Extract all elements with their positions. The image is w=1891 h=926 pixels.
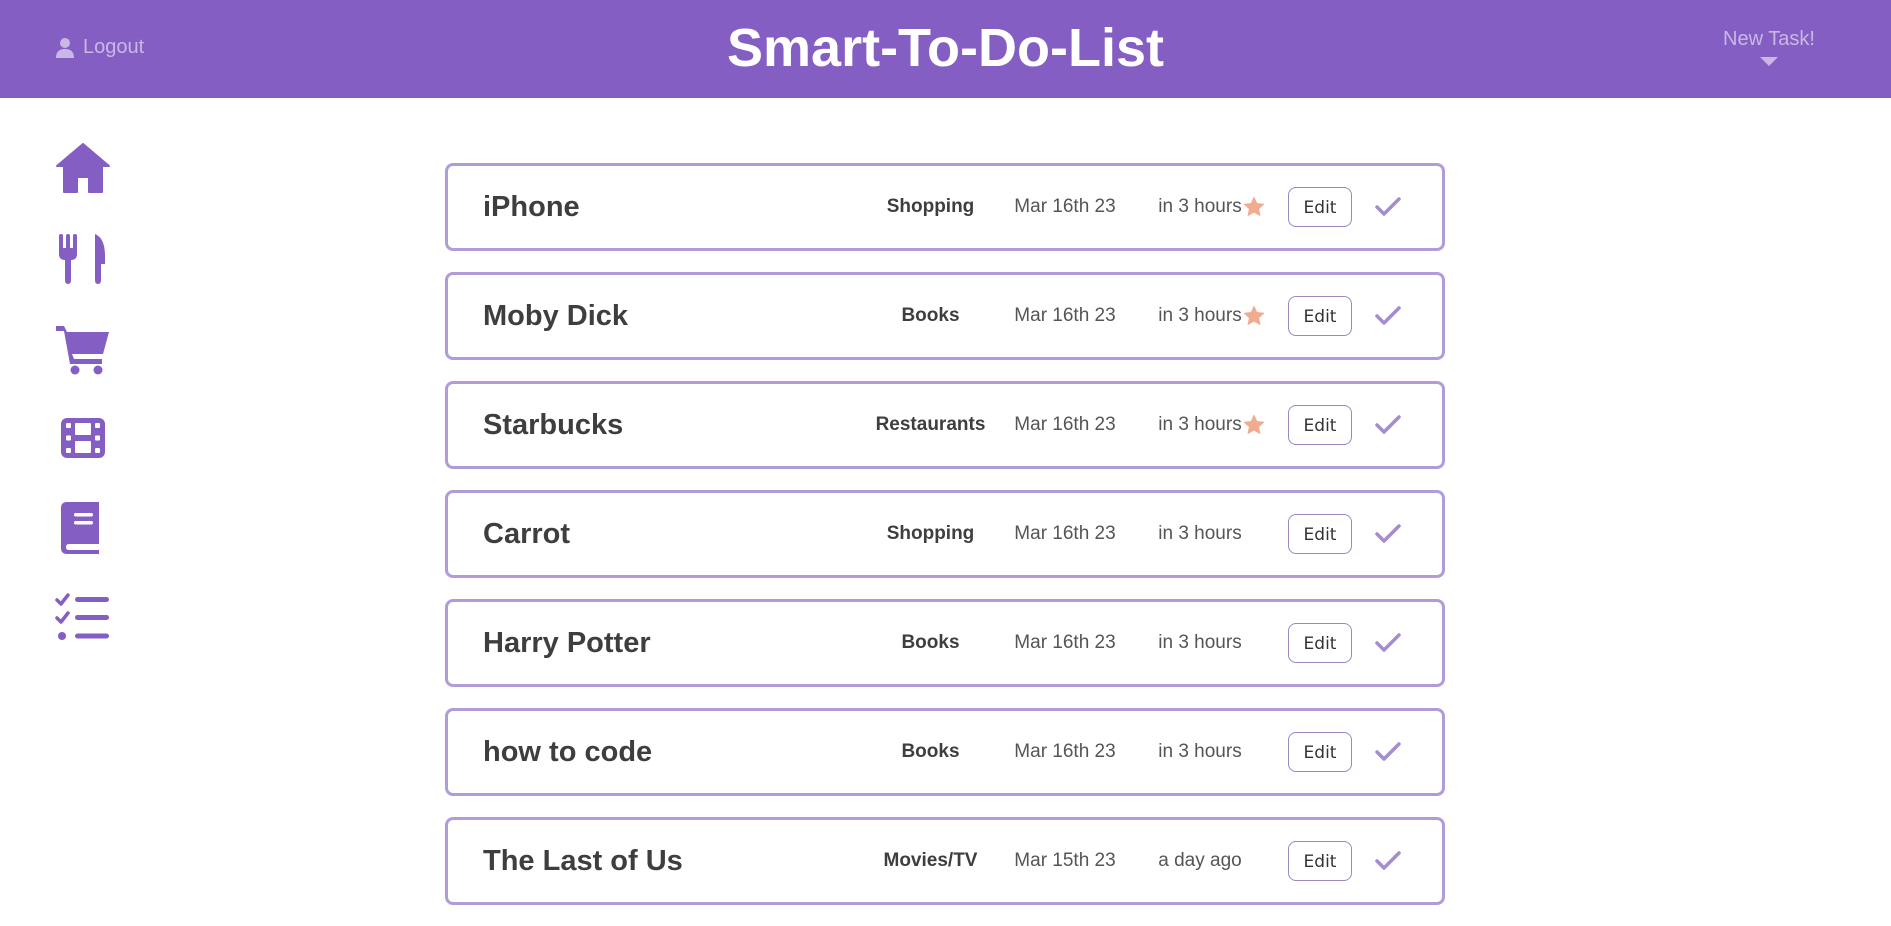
task-category: Books	[901, 632, 960, 653]
complete-check-icon[interactable]	[1374, 413, 1402, 437]
sidebar-item-books[interactable]	[55, 500, 111, 556]
complete-check-icon[interactable]	[1374, 849, 1402, 873]
home-icon	[56, 143, 110, 193]
star-icon	[1243, 305, 1265, 325]
task-category: Restaurants	[875, 414, 986, 435]
task-row: Moby Dick Books Mar 16th 23 in 3 hours Edit	[445, 272, 1445, 360]
task-relative-time: in 3 hours	[1158, 632, 1242, 653]
edit-button[interactable]: Edit	[1288, 296, 1352, 336]
task-category: Movies/TV	[883, 850, 978, 871]
task-name: iPhone	[483, 191, 580, 223]
edit-button[interactable]: Edit	[1288, 405, 1352, 445]
task-date: Mar 16th 23	[1014, 741, 1116, 762]
shopping-cart-icon	[56, 326, 109, 375]
task-row: Starbucks Restaurants Mar 16th 23 in 3 hour…	[445, 381, 1445, 469]
sidebar-item-shopping[interactable]	[55, 320, 111, 376]
task-category: Shopping	[886, 196, 975, 217]
task-name: Starbucks	[483, 409, 624, 441]
task-date: Mar 16th 23	[1014, 414, 1116, 435]
task-name: how to code	[483, 736, 653, 768]
complete-check-icon[interactable]	[1374, 631, 1402, 655]
task-date: Mar 16th 23	[1014, 196, 1116, 217]
task-relative-time: a day ago	[1158, 850, 1242, 871]
logout-label: Logout	[83, 36, 145, 58]
task-date: Mar 15th 23	[1014, 850, 1116, 871]
list-check-icon	[55, 593, 109, 640]
task-relative-time: in 3 hours	[1158, 523, 1242, 544]
new-task-label: New Task!	[1723, 28, 1815, 50]
logout-link[interactable]: Logout	[56, 36, 144, 59]
user-icon	[56, 37, 74, 58]
edit-button[interactable]: Edit	[1288, 732, 1352, 772]
utensils-icon	[59, 234, 105, 284]
task-name: Moby Dick	[483, 300, 629, 332]
task-name: Carrot	[483, 518, 571, 550]
task-name: The Last of Us	[483, 845, 683, 877]
task-name: Harry Potter	[483, 627, 651, 659]
book-icon	[61, 502, 99, 554]
task-date: Mar 16th 23	[1014, 632, 1116, 653]
task-category: Books	[901, 741, 960, 762]
top-bar: Logout Smart-To-Do-List New Task!	[0, 0, 1891, 98]
star-icon	[1243, 196, 1265, 216]
task-category: Books	[901, 305, 960, 326]
sidebar-item-home[interactable]	[55, 140, 111, 196]
task-list: iPhone Shopping Mar 16th 23 in 3 hours Edit M…	[445, 163, 1445, 926]
task-relative-time: in 3 hours	[1158, 741, 1242, 762]
task-row: The Last of Us Movies/TV Mar 15th 23 a day …	[445, 817, 1445, 905]
caret-down-icon	[1760, 57, 1778, 66]
task-date: Mar 16th 23	[1014, 305, 1116, 326]
sidebar-item-movies[interactable]	[55, 410, 111, 466]
app-title: Smart-To-Do-List	[727, 18, 1164, 78]
film-icon	[61, 418, 105, 458]
complete-check-icon[interactable]	[1374, 195, 1402, 219]
task-row: Carrot Shopping Mar 16th 23 in 3 hours Edit	[445, 490, 1445, 578]
star-icon	[1243, 414, 1265, 434]
edit-button[interactable]: Edit	[1288, 187, 1352, 227]
sidebar-item-restaurants[interactable]	[55, 230, 111, 286]
edit-button[interactable]: Edit	[1288, 514, 1352, 554]
complete-check-icon[interactable]	[1374, 522, 1402, 546]
edit-button[interactable]: Edit	[1288, 841, 1352, 881]
complete-check-icon[interactable]	[1374, 304, 1402, 328]
task-row: Harry Potter Books Mar 16th 23 in 3 hours Ed…	[445, 599, 1445, 687]
new-task-toggle[interactable]: New Task!	[1709, 28, 1829, 66]
task-row: how to code Books Mar 16th 23 in 3 hours Edi…	[445, 708, 1445, 796]
task-category: Shopping	[886, 523, 975, 544]
sidebar-item-all-tasks[interactable]	[55, 590, 111, 646]
edit-button[interactable]: Edit	[1288, 623, 1352, 663]
complete-check-icon[interactable]	[1374, 740, 1402, 764]
task-row: iPhone Shopping Mar 16th 23 in 3 hours Edit	[445, 163, 1445, 251]
category-sidebar	[55, 140, 111, 680]
task-date: Mar 16th 23	[1014, 523, 1116, 544]
